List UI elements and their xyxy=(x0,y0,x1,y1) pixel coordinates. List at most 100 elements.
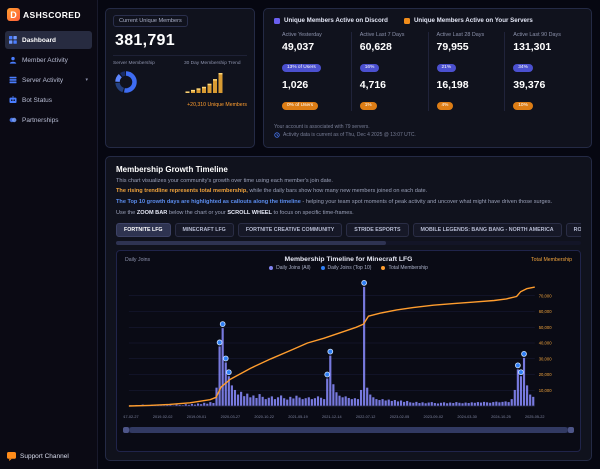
sidebar-item-label: Dashboard xyxy=(22,37,56,44)
svg-text:10,000: 10,000 xyxy=(539,388,553,393)
sidebar: D ASHSCORED Dashboard Member Activity xyxy=(0,0,98,469)
legend-discord: Unique Members Active on Discord xyxy=(274,17,388,24)
robot-icon xyxy=(9,96,17,104)
timeline-chart-svg[interactable]: 10,00020,00030,00040,00050,00060,00070,0… xyxy=(123,274,574,424)
sidebar-item-server-activity[interactable]: Server Activity ▾ xyxy=(5,71,92,89)
server-membership-label: Server Membership xyxy=(113,61,176,66)
chevron-down-icon: ▾ xyxy=(85,77,88,83)
growth-title: Membership Growth Timeline xyxy=(116,165,581,174)
sidebar-item-support-channel[interactable]: Support Channel xyxy=(0,452,97,461)
activity-col-7days: Active Last 7 Days 60,628 16% 4,716 1% xyxy=(351,32,428,111)
blue-dot-icon xyxy=(321,266,325,270)
unique-members-value: 381,791 xyxy=(115,32,245,50)
growth-description-1: This chart visualizes your community's g… xyxy=(116,178,581,185)
top-row: Current Unique Members 381,791 Server Me… xyxy=(105,8,592,148)
discord-badge: 34% xyxy=(513,64,533,72)
activity-stats-card: Unique Members Active on Discord Unique … xyxy=(263,8,592,148)
card-title: Current Unique Members xyxy=(113,15,188,27)
activity-legend: Unique Members Active on Discord Unique … xyxy=(274,17,581,24)
tab-fortnite-lfg[interactable]: FORTNITE LFG xyxy=(116,223,171,237)
discord-value: 60,628 xyxy=(360,41,420,53)
servers-badge: 0% of Users xyxy=(282,102,318,110)
svg-text:2021-05-19: 2021-05-19 xyxy=(288,415,308,419)
thirty-day-trend-chart xyxy=(184,69,224,95)
tab-rocket-league[interactable]: ROCKET LEAGUE H xyxy=(566,223,581,237)
growth-description-3: The Top 10 growth days are highlighted a… xyxy=(116,199,581,206)
person-icon xyxy=(9,56,17,64)
tabs-scrollbar[interactable] xyxy=(116,241,581,245)
right-axis-label: Total Membership xyxy=(531,257,572,263)
discord-badge: 13% of Users xyxy=(282,64,321,72)
servers-legend-swatch xyxy=(404,18,410,24)
svg-text:2025-05-22: 2025-05-22 xyxy=(525,415,545,419)
activity-col-90days: Active Last 90 Days 131,301 34% 39,376 1… xyxy=(504,32,581,111)
server-icon xyxy=(9,76,17,84)
discord-legend-swatch xyxy=(274,18,280,24)
chart-title: Membership Timeline for Minecraft LFG xyxy=(123,256,574,263)
svg-text:40,000: 40,000 xyxy=(539,341,553,346)
discord-value: 131,301 xyxy=(513,41,573,53)
tab-mobile-legends[interactable]: MOBILE LEGENDS: BANG BANG - NORTH AMERIC… xyxy=(413,223,562,237)
legend-servers: Unique Members Active on Your Servers xyxy=(404,17,533,24)
main-content: Current Unique Members 381,791 Server Me… xyxy=(97,0,600,469)
svg-text:50,000: 50,000 xyxy=(539,325,553,330)
legend-daily-joins-all[interactable]: Daily Joins (All) xyxy=(269,265,310,271)
trend-label: 30 Day Membership Trend xyxy=(184,61,247,66)
sidebar-item-label: Member Activity xyxy=(22,57,68,64)
sidebar-item-bot-status[interactable]: Bot Status xyxy=(5,91,92,109)
sidebar-item-label: Partnerships xyxy=(22,117,59,124)
column-header: Active Last 7 Days xyxy=(360,32,420,38)
discord-badge: 21% xyxy=(437,64,457,72)
svg-text:2019-02-02: 2019-02-02 xyxy=(153,415,173,419)
svg-text:2020-10-22: 2020-10-22 xyxy=(254,415,274,419)
sidebar-item-dashboard[interactable]: Dashboard xyxy=(5,31,92,49)
activity-columns: Active Yesterday 49,037 13% of Users 1,0… xyxy=(274,32,581,111)
sidebar-item-partnerships[interactable]: Partnerships xyxy=(5,111,92,129)
dashboard-icon xyxy=(9,36,17,44)
column-header: Active Last 90 Days xyxy=(513,32,573,38)
logo[interactable]: D ASHSCORED xyxy=(0,0,97,27)
legend-daily-joins-top10[interactable]: Daily Joins (Top 10) xyxy=(321,265,372,271)
activity-footer: Your account is associated with 79 serve… xyxy=(274,123,581,139)
zoom-bar[interactable] xyxy=(123,427,574,433)
svg-text:2021-12-14: 2021-12-14 xyxy=(322,415,342,419)
servers-associated-note: Your account is associated with 79 serve… xyxy=(274,123,581,131)
sidebar-item-label: Bot Status xyxy=(22,97,52,104)
servers-badge: 4% xyxy=(437,102,454,110)
purple-dot-icon xyxy=(269,266,273,270)
mini-charts-row: Server Membership 30 Day Membership Tren… xyxy=(113,55,247,100)
activity-col-yesterday: Active Yesterday 49,037 13% of Users 1,0… xyxy=(274,32,351,111)
svg-text:2023-09-02: 2023-09-02 xyxy=(424,415,444,419)
servers-badge: 10% xyxy=(513,102,533,110)
svg-text:2017-02-27: 2017-02-27 xyxy=(123,415,139,419)
tab-fortnite-creative[interactable]: FORTNITE CREATIVE COMMUNITY xyxy=(238,223,342,237)
servers-value: 1,026 xyxy=(282,79,343,91)
clock-icon xyxy=(274,132,280,138)
sidebar-nav: Dashboard Member Activity Server Activit… xyxy=(0,31,97,129)
tabs-scrollbar-thumb[interactable] xyxy=(116,241,386,245)
sidebar-item-member-activity[interactable]: Member Activity xyxy=(5,51,92,69)
svg-text:30,000: 30,000 xyxy=(539,356,553,361)
tab-stride-esports[interactable]: STRIDE ESPORTS xyxy=(346,223,408,237)
svg-text:2022-07-12: 2022-07-12 xyxy=(356,415,376,419)
zoom-handle-right[interactable] xyxy=(568,427,574,433)
zoom-thumb[interactable] xyxy=(129,427,568,433)
server-tabs: FORTNITE LFG MINECRAFT LFG FORTNITE CREA… xyxy=(116,223,581,237)
chart-legend: Daily Joins (All) Daily Joins (Top 10) T… xyxy=(123,265,574,271)
chat-bubble-icon xyxy=(7,452,16,461)
current-unique-members-card: Current Unique Members 381,791 Server Me… xyxy=(105,8,255,148)
servers-value: 4,716 xyxy=(360,79,420,91)
svg-text:70,000: 70,000 xyxy=(539,293,553,298)
timeline-chart-panel: Daily Joins Membership Timeline for Mine… xyxy=(116,250,581,452)
svg-text:20,000: 20,000 xyxy=(539,372,553,377)
svg-text:2024-10-25: 2024-10-25 xyxy=(491,415,511,419)
column-header: Active Last 28 Days xyxy=(437,32,497,38)
column-header: Active Yesterday xyxy=(282,32,343,38)
tab-minecraft-lfg[interactable]: MINECRAFT LFG xyxy=(175,223,234,237)
servers-badge: 1% xyxy=(360,102,377,110)
orange-dot-icon xyxy=(381,266,385,270)
discord-value: 49,037 xyxy=(282,41,343,53)
legend-total-membership[interactable]: Total Membership xyxy=(381,265,427,271)
svg-text:2024-03-30: 2024-03-30 xyxy=(457,415,477,419)
activity-col-28days: Active Last 28 Days 79,955 21% 16,198 4% xyxy=(428,32,505,111)
